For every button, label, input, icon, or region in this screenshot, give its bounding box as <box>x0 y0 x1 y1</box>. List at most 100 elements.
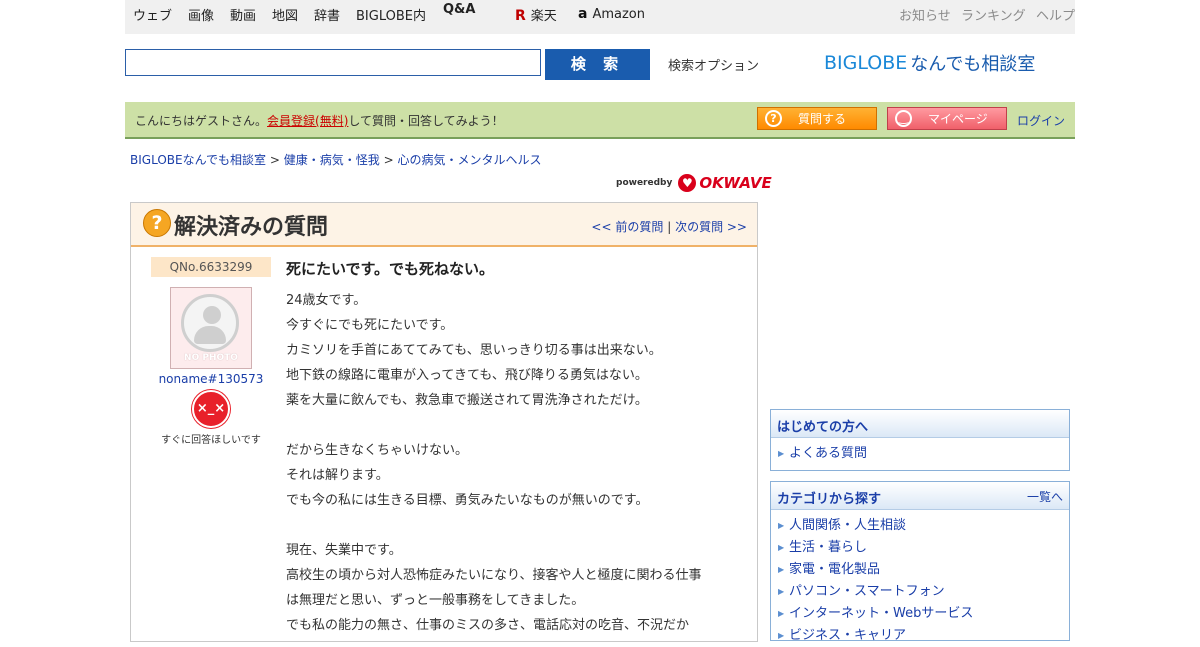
triangle-bullet-icon: ▶ <box>778 587 785 596</box>
nav-map[interactable]: 地図 <box>272 0 298 34</box>
search-input[interactable] <box>125 49 541 76</box>
mypage-label: マイページ <box>928 112 988 126</box>
sidebar-item-label: 家電・電化製品 <box>789 562 881 577</box>
body-line: カミソリを手首にあててみても、思いっきり切る事は出来ない。 <box>286 343 662 358</box>
question-number: QNo.6633299 <box>151 257 271 277</box>
question-mark-icon: ? <box>143 209 171 237</box>
guest-greeting: こんにちはゲストさん。会員登録(無料)して質問・回答してみよう！ <box>135 112 504 129</box>
breadcrumb-separator: > <box>269 153 280 167</box>
nav-amazon-label: Amazon <box>592 7 645 22</box>
sidebar-category-box: カテゴリから探す 一覧へ ▶ 人間関係・人生相談 ▶ 生活・暮らし ▶ 家電・電… <box>770 481 1070 643</box>
greeting-suffix: して質問・回答してみよう！ <box>348 114 504 128</box>
breadcrumb-home[interactable]: BIGLOBEなんでも相談室 <box>130 153 266 167</box>
triangle-bullet-icon: ▶ <box>778 609 785 618</box>
panel-title: 解決済みの質問 <box>174 215 329 240</box>
nav-rakuten[interactable]: R 楽天 <box>515 0 557 34</box>
body-line-blank <box>286 513 741 538</box>
prev-next-nav: << 前の質問 | 次の質問 >> <box>591 218 747 235</box>
nav-amazon[interactable]: a Amazon <box>578 0 645 32</box>
body-line: だから生きなくちゃいけない。 <box>286 443 469 458</box>
next-question-link[interactable]: 次の質問 >> <box>675 220 747 234</box>
powered-by-okwave[interactable]: poweredby ♥ OKWAVE <box>616 173 772 193</box>
triangle-bullet-icon: ▶ <box>778 565 785 574</box>
prev-next-divider: | <box>667 220 672 234</box>
sidebar-item-living[interactable]: ▶ 生活・暮らし <box>771 537 1069 559</box>
global-nav: ウェブ 画像 動画 地図 辞書 BIGLOBE内 Q&A R 楽天 a Amazon… <box>125 0 1075 34</box>
nav-web[interactable]: ウェブ <box>133 0 172 34</box>
logo-service-name: なんでも相談室 <box>910 54 1036 75</box>
sidebar-intro-title: はじめての方へ <box>777 420 869 435</box>
logo-brand: BIGLOBE <box>824 52 908 74</box>
nav-video[interactable]: 動画 <box>230 0 256 34</box>
breadcrumb: BIGLOBEなんでも相談室 > 健康・病気・怪我 > 心の病気・メンタルヘルス <box>130 151 541 168</box>
login-link[interactable]: ログイン <box>1017 112 1065 129</box>
body-line: 現在、失業中です。 <box>286 543 402 558</box>
sidebar-intro-header: はじめての方へ <box>771 410 1069 438</box>
body-line: それは解ります。 <box>286 468 389 483</box>
body-line: 高校生の頃から対人恐怖症みたいになり、接客や人と極度に関わる仕事 <box>286 568 702 583</box>
question-icon: ? <box>765 110 782 127</box>
sidebar-category-header: カテゴリから探す 一覧へ <box>771 482 1069 510</box>
avatar-body <box>194 326 226 344</box>
nav-rakuten-label: 楽天 <box>530 9 557 24</box>
avatar-placeholder-icon <box>181 294 239 352</box>
sidebar-item-internet[interactable]: ▶ インターネット・Webサービス <box>771 603 1069 625</box>
sidebar-item-business[interactable]: ▶ ビジネス・キャリア <box>771 625 1069 647</box>
nav-images[interactable]: 画像 <box>188 0 214 34</box>
nav-dictionary[interactable]: 辞書 <box>314 0 340 34</box>
sidebar-item-label: 生活・暮らし <box>789 540 868 555</box>
site-logo[interactable]: BIGLOBE なんでも相談室 <box>824 49 1035 77</box>
body-line: でも私の能力の無さ、仕事のミスの多さ、電話応対の吃音、不況だか <box>286 618 690 633</box>
panel-header: ? 解決済みの質問 << 前の質問 | 次の質問 >> <box>131 203 757 247</box>
body-line: は無理だと思い、ずっと一般事務をしてきました。 <box>286 593 585 608</box>
sidebar-intro-box: はじめての方へ ▶ よくある質問 <box>770 409 1070 471</box>
sidebar-item-label: ビジネス・キャリア <box>789 628 907 643</box>
nav-biglobe[interactable]: BIGLOBE内 <box>356 0 426 34</box>
body-line-blank <box>286 413 741 438</box>
sidebar-item-relationships[interactable]: ▶ 人間関係・人生相談 <box>771 515 1069 537</box>
triangle-bullet-icon: ▶ <box>778 449 785 458</box>
breadcrumb-mental-health[interactable]: 心の病気・メンタルヘルス <box>397 153 541 167</box>
search-options-link[interactable]: 検索オプション <box>668 55 759 74</box>
smile-icon: ‿ <box>895 110 912 127</box>
greeting-text: こんにちはゲストさん。 <box>135 114 268 128</box>
powered-by-text: poweredby <box>616 178 673 188</box>
category-list-link[interactable]: 一覧へ <box>1027 488 1063 505</box>
avatar-head <box>203 306 221 324</box>
nav-qa[interactable]: Q&A <box>443 0 475 27</box>
question-title: 死にたいです。でも死ねない。 <box>286 260 495 278</box>
mypage-button[interactable]: ‿ マイページ <box>887 107 1007 130</box>
breadcrumb-separator: > <box>383 153 394 167</box>
avatar: NO PHOTO <box>170 287 252 369</box>
previous-question-link[interactable]: << 前の質問 <box>591 220 663 234</box>
register-link[interactable]: 会員登録(無料) <box>267 114 348 128</box>
nav-news[interactable]: お知らせ <box>899 0 951 34</box>
question-panel: ? 解決済みの質問 << 前の質問 | 次の質問 >> QNo.6633299 … <box>130 202 758 642</box>
urgent-face-icon: ×_× <box>192 390 230 428</box>
nav-ranking[interactable]: ランキング <box>961 0 1026 34</box>
body-line: 地下鉄の線路に電車が入ってきても、飛び降りる勇気はない。 <box>286 368 648 383</box>
triangle-bullet-icon: ▶ <box>778 543 785 552</box>
triangle-bullet-icon: ▶ <box>778 631 785 640</box>
sidebar-item-label: パソコン・スマートフォン <box>789 584 945 599</box>
username[interactable]: noname#130573 <box>151 372 271 386</box>
sidebar-item-appliances[interactable]: ▶ 家電・電化製品 <box>771 559 1069 581</box>
search-button[interactable]: 検 索 <box>545 49 650 80</box>
sidebar-item-pc[interactable]: ▶ パソコン・スマートフォン <box>771 581 1069 603</box>
triangle-bullet-icon: ▶ <box>778 521 785 530</box>
ask-question-button[interactable]: ? 質問する <box>757 107 877 130</box>
body-line: 24歳女です。 <box>286 293 367 308</box>
body-line: 薬を大量に飲んでも、救急車で搬送されて胃洗浄されただけ。 <box>286 393 648 408</box>
no-photo-label: NO PHOTO <box>184 353 238 363</box>
okwave-logo-text: OKWAVE <box>699 174 772 192</box>
sidebar-item-faq[interactable]: ▶ よくある質問 <box>771 443 1069 465</box>
sidebar-category-title: カテゴリから探す <box>777 492 882 507</box>
urgency-label: すぐに回答ほしいです <box>161 435 261 446</box>
sidebar-intro-list: ▶ よくある質問 <box>771 438 1069 465</box>
breadcrumb-health[interactable]: 健康・病気・怪我 <box>284 153 380 167</box>
ask-question-label: 質問する <box>798 112 847 126</box>
body-line: 今すぐにでも死にたいです。 <box>286 318 454 333</box>
sidebar-item-label: 人間関係・人生相談 <box>789 518 907 533</box>
guest-bar: こんにちはゲストさん。会員登録(無料)して質問・回答してみよう！ ? 質問する … <box>125 102 1075 139</box>
nav-help[interactable]: ヘルプ <box>1036 0 1075 34</box>
